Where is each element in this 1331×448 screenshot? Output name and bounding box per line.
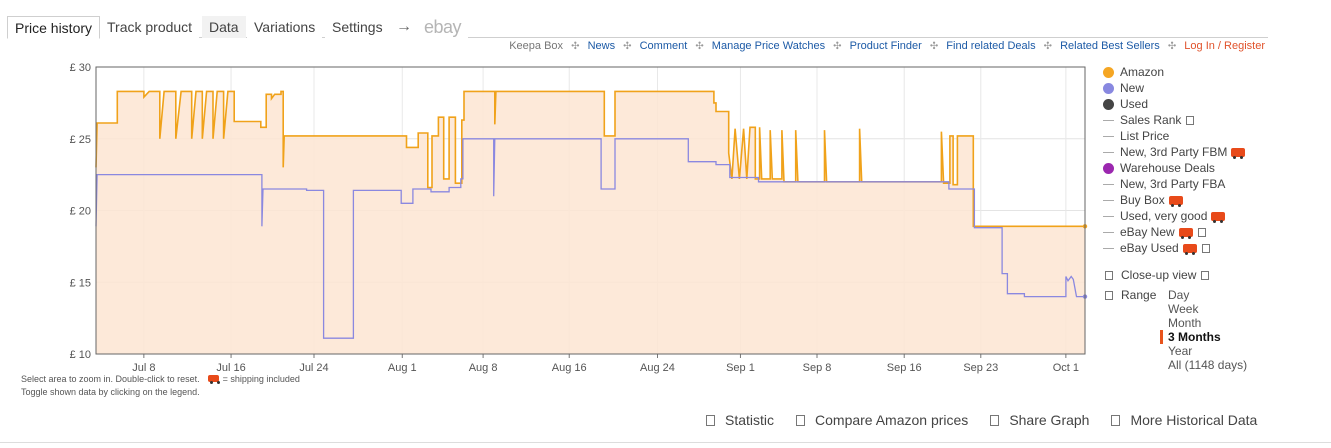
news-link[interactable]: News xyxy=(588,40,616,52)
login-register-link[interactable]: Log In / Register xyxy=(1184,40,1265,52)
y-tick-label: £ 15 xyxy=(70,277,91,289)
dash-icon xyxy=(1103,151,1114,153)
x-tick-label: Sep 16 xyxy=(887,362,922,374)
find-related-deals-link[interactable]: Find related Deals xyxy=(946,40,1035,52)
separator-icon: ✣ xyxy=(695,41,704,52)
range-year[interactable]: Year xyxy=(1168,344,1247,358)
share-graph-toggle[interactable]: Share Graph xyxy=(990,412,1089,428)
legend-new[interactable]: New xyxy=(1103,80,1245,96)
x-tick-label: Jul 24 xyxy=(299,362,328,374)
truck-icon xyxy=(1178,227,1193,239)
info-icon[interactable] xyxy=(1186,115,1195,125)
range-all[interactable]: All (1148 days) xyxy=(1168,358,1247,372)
truck-icon xyxy=(1231,147,1246,159)
comment-link[interactable]: Comment xyxy=(640,40,688,52)
dash-icon xyxy=(1103,231,1114,233)
checkbox-icon[interactable] xyxy=(1105,270,1113,280)
more-historical-data-toggle[interactable]: More Historical Data xyxy=(1111,412,1257,428)
range-day[interactable]: Day xyxy=(1168,288,1247,302)
separator-icon: ✣ xyxy=(571,41,580,52)
legend-new-3p-fba[interactable]: New, 3rd Party FBA xyxy=(1103,176,1245,192)
checkbox-icon[interactable] xyxy=(1105,290,1113,300)
dash-icon xyxy=(1103,183,1114,185)
used-dot-icon xyxy=(1103,98,1114,110)
legend: Amazon New Used Sales Rank List Price Ne… xyxy=(1103,64,1246,256)
close-up-view-toggle[interactable]: Close-up view xyxy=(1105,268,1210,282)
legend-used-very-good[interactable]: Used, very good xyxy=(1103,208,1245,224)
truck-icon xyxy=(1168,195,1183,207)
top-links: Keepa Box ✣ News ✣ Comment ✣ Manage Pric… xyxy=(509,40,1265,52)
x-tick-label: Aug 24 xyxy=(640,362,675,374)
x-tick-label: Aug 16 xyxy=(552,362,587,374)
y-tick-label: £ 10 xyxy=(70,349,91,361)
legend-ebay-used[interactable]: eBay Used xyxy=(1103,240,1245,256)
legend-new-3p-fbm[interactable]: New, 3rd Party FBM xyxy=(1103,144,1246,160)
product-finder-link[interactable]: Product Finder xyxy=(850,40,922,52)
tab-price-history[interactable]: Price history xyxy=(7,16,101,39)
legend-ebay-new[interactable]: eBay New xyxy=(1103,224,1245,240)
statistic-toggle[interactable]: Statistic xyxy=(706,412,774,428)
legend-amazon[interactable]: Amazon xyxy=(1103,64,1245,80)
separator-icon: ✣ xyxy=(833,41,842,52)
separator-icon: ✣ xyxy=(1043,41,1053,52)
amazon-area xyxy=(96,91,1085,355)
truck-icon xyxy=(207,375,219,384)
range-toggle[interactable]: Range xyxy=(1105,288,1156,302)
checkbox-icon[interactable] xyxy=(706,414,715,426)
separator-icon: ✣ xyxy=(1167,41,1177,52)
price-chart[interactable]: £ 30 £ 25 £ 20 £ 15 £ 10 Jul 8 Jul 16 Jul 24 Au… xyxy=(0,55,1100,380)
tab-bar: Price history Track product Data Variati… xyxy=(7,16,1268,39)
dash-icon xyxy=(1103,247,1114,249)
compare-amazon-prices-toggle[interactable]: Compare Amazon prices xyxy=(796,412,968,428)
tab-track-product[interactable]: Track product xyxy=(100,16,200,38)
checkbox-icon[interactable] xyxy=(1111,414,1121,426)
info-icon[interactable] xyxy=(1201,243,1210,253)
warehouse-dot-icon xyxy=(1103,162,1114,174)
legend-warehouse-deals[interactable]: Warehouse Deals xyxy=(1103,160,1245,176)
legend-used[interactable]: Used xyxy=(1103,96,1245,112)
dash-icon xyxy=(1103,215,1114,217)
x-tick-label: Sep 23 xyxy=(963,362,998,374)
price-chart-svg[interactable]: £ 30£ 25£ 20£ 15£ 10 Jul 8 Jul 16 Jul 24 Au… xyxy=(0,55,1100,375)
checkbox-icon[interactable] xyxy=(990,414,1000,426)
divider xyxy=(0,442,1331,443)
legend-list-price[interactable]: List Price xyxy=(1103,128,1245,144)
range-week[interactable]: Week xyxy=(1168,302,1247,316)
chart-hint: Select area to zoom in. Double-click to … xyxy=(21,374,300,397)
tab-variations[interactable]: Variations xyxy=(247,16,323,38)
x-tick-label: Sep 8 xyxy=(803,362,832,374)
keepa-box-link[interactable]: Keepa Box xyxy=(509,40,563,52)
x-tick-label: Sep 1 xyxy=(726,362,755,374)
separator-icon: ✣ xyxy=(929,41,939,52)
related-best-sellers-link[interactable]: Related Best Sellers xyxy=(1060,40,1160,52)
arrow-icon: → xyxy=(389,16,419,38)
checkbox-icon[interactable] xyxy=(796,414,806,426)
range-3-months[interactable]: 3 Months xyxy=(1159,330,1247,344)
bottom-options: Statistic Compare Amazon prices Share Gr… xyxy=(706,412,1279,428)
dash-icon xyxy=(1103,135,1114,137)
x-tick-label: Aug 8 xyxy=(469,362,498,374)
dash-icon xyxy=(1103,119,1114,121)
y-tick-label: £ 25 xyxy=(70,134,91,146)
range-month[interactable]: Month xyxy=(1168,316,1247,330)
legend-sales-rank[interactable]: Sales Rank xyxy=(1103,112,1245,128)
y-tick-label: £ 20 xyxy=(70,206,91,218)
amazon-dot-icon xyxy=(1103,66,1114,78)
tab-settings[interactable]: Settings xyxy=(325,16,390,38)
x-tick-label: Oct 1 xyxy=(1053,362,1079,374)
new-dot-icon xyxy=(1103,82,1114,94)
info-icon[interactable] xyxy=(1201,270,1210,280)
separator-icon: ✣ xyxy=(623,41,632,52)
dash-icon xyxy=(1103,199,1114,201)
info-icon[interactable] xyxy=(1197,227,1206,237)
tab-data[interactable]: Data xyxy=(202,16,246,38)
tab-ebay[interactable]: ebay xyxy=(417,16,469,38)
x-tick-label: Aug 1 xyxy=(388,362,417,374)
manage-price-watches-link[interactable]: Manage Price Watches xyxy=(712,40,825,52)
truck-icon xyxy=(1211,211,1226,223)
range-options: Day Week Month 3 Months Year All (1148 d… xyxy=(1159,288,1247,372)
truck-icon xyxy=(1182,243,1197,255)
y-tick-label: £ 30 xyxy=(70,62,91,74)
legend-buy-box[interactable]: Buy Box xyxy=(1103,192,1245,208)
